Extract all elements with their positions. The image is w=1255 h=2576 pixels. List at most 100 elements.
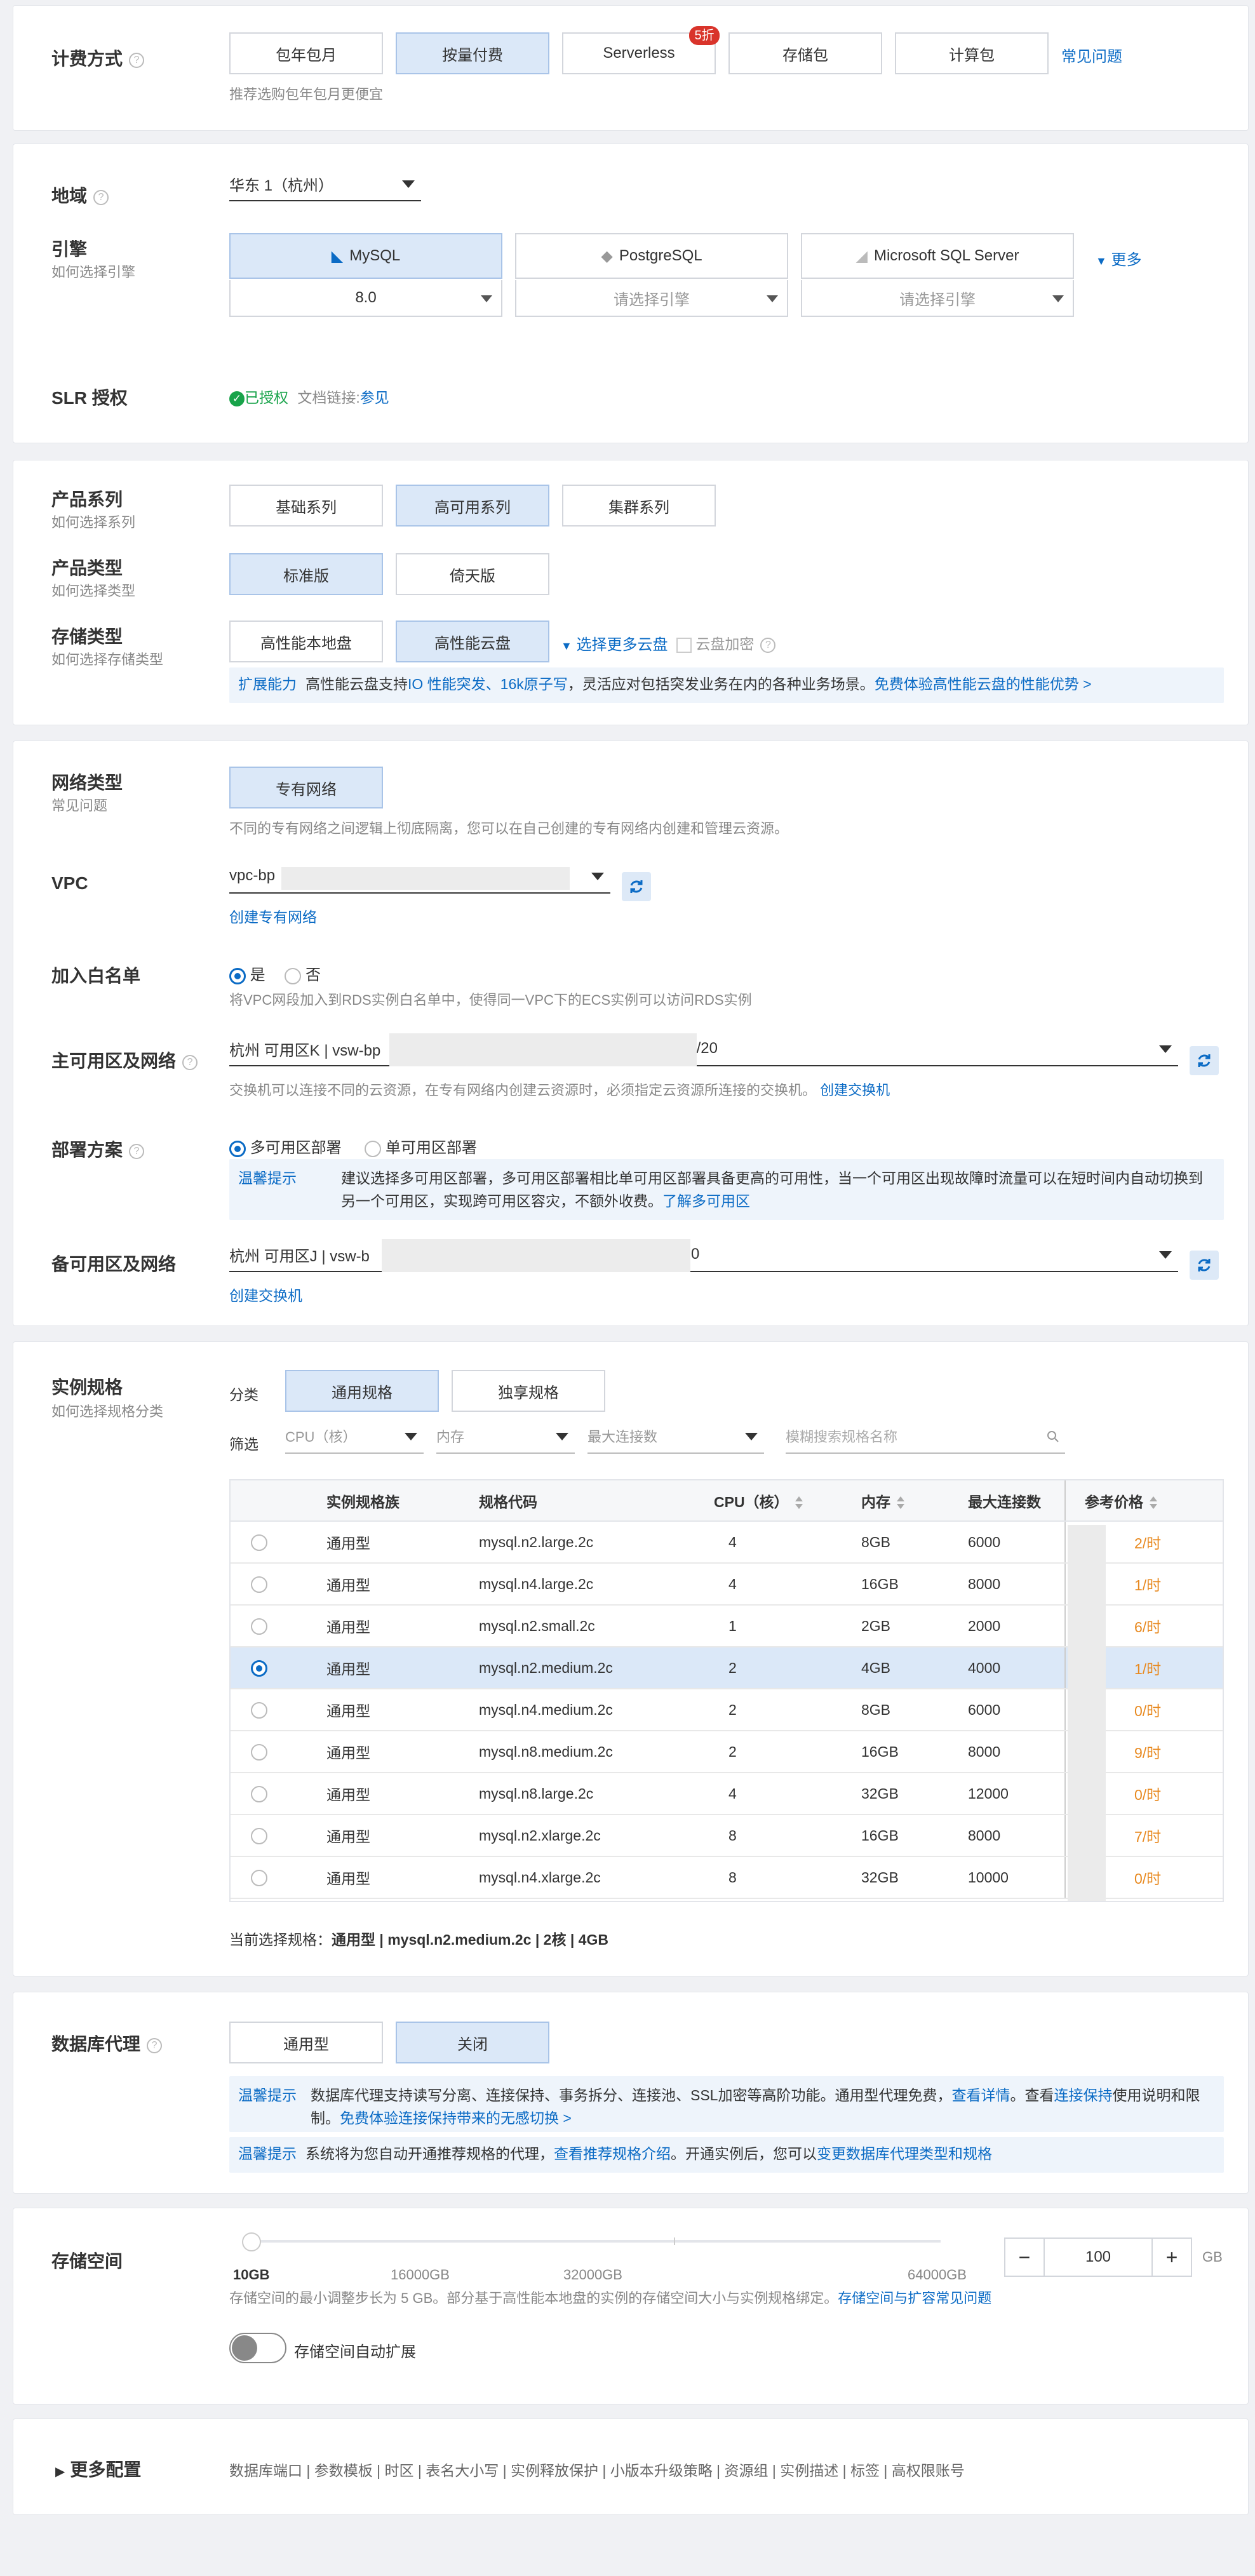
storage-value-input[interactable]: 100 bbox=[1045, 2239, 1151, 2276]
filter-cpu-select[interactable]: CPU（核） bbox=[285, 1419, 424, 1454]
storage-option-cloud-disk[interactable]: 高性能云盘 bbox=[396, 621, 549, 662]
help-icon[interactable]: ? bbox=[93, 189, 109, 205]
radio-icon bbox=[251, 1743, 267, 1761]
recommended-spec-link[interactable]: 查看推荐规格介绍 bbox=[554, 2145, 671, 2162]
row-radio-cell[interactable] bbox=[231, 1856, 326, 1899]
row-radio-cell[interactable] bbox=[231, 1563, 326, 1606]
engine-more-link[interactable]: ▼ 更多 bbox=[1096, 247, 1142, 269]
spec-card: 实例规格 如何选择规格分类 分类 通用规格 独享规格 筛选 CPU（核） 内存 … bbox=[13, 1341, 1249, 1976]
row-radio-cell[interactable] bbox=[231, 1773, 326, 1815]
change-proxy-link[interactable]: 变更数据库代理类型和规格 bbox=[817, 2145, 992, 2162]
encrypt-checkbox[interactable]: 云盘加密? bbox=[676, 632, 776, 654]
spec-search-input[interactable]: 模糊搜索规格名称 bbox=[786, 1419, 1065, 1454]
series-option-basic[interactable]: 基础系列 bbox=[229, 485, 383, 527]
checkbox-icon bbox=[676, 637, 692, 653]
cell-family: 通用型 bbox=[326, 1773, 478, 1815]
secondary-zone-select[interactable]: 杭州 可用区J | vsw-b/20 bbox=[229, 1238, 1178, 1272]
create-vpc-link[interactable]: 创建专有网络 bbox=[229, 905, 317, 927]
vpc-refresh-button[interactable] bbox=[622, 872, 651, 901]
proxy-option-general[interactable]: 通用型 bbox=[229, 2022, 383, 2063]
whitelist-yes-radio[interactable]: 是 bbox=[229, 967, 265, 984]
radio-icon bbox=[251, 1618, 267, 1635]
caret-right-icon: ▶ bbox=[55, 2465, 65, 2479]
row-radio-cell[interactable] bbox=[231, 1521, 326, 1564]
col-cpu[interactable]: CPU（核） bbox=[713, 1480, 861, 1522]
free-trial-keep-link[interactable]: 免费体验连接保持带来的无感切换 > bbox=[340, 2110, 572, 2126]
free-trial-cloud-disk-link[interactable]: 免费体验高性能云盘的性能优势 > bbox=[875, 676, 1092, 692]
engine-sub-link[interactable]: 如何选择引擎 bbox=[51, 261, 135, 281]
type-option-yitian[interactable]: 倚天版 bbox=[396, 553, 549, 595]
storage-option-local-ssd[interactable]: 高性能本地盘 bbox=[229, 621, 383, 662]
help-icon[interactable]: ? bbox=[129, 52, 145, 68]
network-option-vpc[interactable]: 专有网络 bbox=[229, 767, 383, 808]
engine-option-sqlserver[interactable]: ◢ Microsoft SQL Server bbox=[801, 233, 1074, 279]
help-icon[interactable]: ? bbox=[760, 637, 776, 653]
billing-option-subscription[interactable]: 包年包月 bbox=[229, 32, 383, 74]
region-select[interactable]: 华东 1（杭州） bbox=[229, 167, 421, 201]
postgresql-version-select[interactable]: 请选择引擎 bbox=[515, 280, 788, 317]
proxy-details-link[interactable]: 查看详情 bbox=[951, 2087, 1010, 2103]
col-price[interactable]: 参考价格 bbox=[1064, 1480, 1223, 1522]
cell-cpu: 8 bbox=[713, 1856, 861, 1899]
create-vswitch-link-2[interactable]: 创建交换机 bbox=[229, 1284, 302, 1305]
connection-keep-link[interactable]: 连接保持 bbox=[1054, 2087, 1112, 2103]
sqlserver-version-select[interactable]: 请选择引擎 bbox=[801, 280, 1074, 317]
more-config-toggle[interactable]: ▶ 更多配置 bbox=[55, 2456, 141, 2481]
more-disks-link[interactable]: ▼ 选择更多云盘 bbox=[561, 632, 668, 654]
storage-slider-handle[interactable] bbox=[242, 2232, 261, 2251]
storage-faq-link[interactable]: 存储空间与扩容常见问题 bbox=[838, 2290, 991, 2306]
region-label: 地域? bbox=[51, 182, 109, 208]
help-icon[interactable]: ? bbox=[129, 1143, 145, 1159]
redacted-mask bbox=[382, 1239, 690, 1272]
primary-zone-select[interactable]: 杭州 可用区K | vsw-bp 0/20 bbox=[229, 1032, 1178, 1066]
whitelist-no-radio[interactable]: 否 bbox=[285, 967, 321, 984]
row-radio-cell[interactable] bbox=[231, 1731, 326, 1773]
type-option-standard[interactable]: 标准版 bbox=[229, 553, 383, 595]
type-sub-link[interactable]: 如何选择类型 bbox=[51, 580, 135, 600]
billing-faq-link[interactable]: 常见问题 bbox=[1061, 44, 1122, 66]
proxy-option-off[interactable]: 关闭 bbox=[396, 2022, 549, 2063]
engine-option-postgresql[interactable]: ◆ PostgreSQL bbox=[515, 233, 788, 279]
row-radio-cell[interactable] bbox=[231, 1647, 326, 1689]
network-sub-link[interactable]: 常见问题 bbox=[51, 795, 107, 815]
storage-increment-button[interactable]: + bbox=[1151, 2239, 1191, 2276]
filter-memory-select[interactable]: 内存 bbox=[436, 1419, 575, 1454]
slr-doc-link[interactable]: 参见 bbox=[360, 389, 389, 406]
cell-family: 通用型 bbox=[326, 1647, 478, 1689]
io-burst-link[interactable]: IO 性能突发、16k原子写 bbox=[408, 676, 568, 692]
billing-option-storage-pack[interactable]: 存储包 bbox=[728, 32, 882, 74]
storage-type-sub-link[interactable]: 如何选择存储类型 bbox=[51, 648, 163, 669]
category-general[interactable]: 通用规格 bbox=[285, 1370, 439, 1412]
proxy-label: 数据库代理? bbox=[51, 2030, 163, 2056]
series-option-cluster[interactable]: 集群系列 bbox=[562, 485, 716, 527]
deploy-multi-zone-radio[interactable]: 多可用区部署 bbox=[229, 1139, 342, 1157]
deploy-single-zone-radio[interactable]: 单可用区部署 bbox=[365, 1139, 477, 1157]
row-radio-cell[interactable] bbox=[231, 1689, 326, 1731]
row-radio-cell[interactable] bbox=[231, 1815, 326, 1857]
series-sub-link[interactable]: 如何选择系列 bbox=[51, 511, 135, 532]
create-vswitch-link[interactable]: 创建交换机 bbox=[820, 1082, 890, 1098]
mysql-version-select[interactable]: 8.0 bbox=[229, 280, 502, 317]
help-icon[interactable]: ? bbox=[147, 2037, 163, 2053]
row-radio-cell[interactable] bbox=[231, 1605, 326, 1647]
billing-option-compute-pack[interactable]: 计算包 bbox=[895, 32, 1049, 74]
learn-multi-zone-link[interactable]: 了解多可用区 bbox=[662, 1193, 750, 1209]
auto-expand-toggle[interactable] bbox=[229, 2333, 286, 2363]
series-option-high-availability[interactable]: 高可用系列 bbox=[396, 485, 549, 527]
col-memory[interactable]: 内存 bbox=[861, 1480, 967, 1522]
proxy-tip-2: 温馨提示 系统将为您自动开通推荐规格的代理，查看推荐规格介绍。开通实例后，您可以变… bbox=[229, 2137, 1224, 2173]
storage-slider-track[interactable] bbox=[247, 2240, 941, 2243]
primary-zone-refresh-button[interactable] bbox=[1190, 1046, 1219, 1075]
secondary-zone-refresh-button[interactable] bbox=[1190, 1251, 1219, 1280]
billing-option-pay-as-you-go[interactable]: 按量付费 bbox=[396, 32, 549, 74]
storage-decrement-button[interactable]: − bbox=[1005, 2239, 1045, 2276]
sort-icon bbox=[795, 1496, 803, 1510]
engine-option-mysql[interactable]: ◣ MySQL bbox=[229, 233, 502, 279]
radio-icon bbox=[251, 1534, 267, 1551]
spec-sub-link[interactable]: 如何选择规格分类 bbox=[51, 1400, 163, 1421]
chevron-down-icon bbox=[1159, 1045, 1172, 1053]
category-dedicated[interactable]: 独享规格 bbox=[452, 1370, 605, 1412]
help-icon[interactable]: ? bbox=[182, 1054, 198, 1070]
filter-connections-select[interactable]: 最大连接数 bbox=[587, 1419, 764, 1454]
search-icon bbox=[1047, 1431, 1059, 1442]
